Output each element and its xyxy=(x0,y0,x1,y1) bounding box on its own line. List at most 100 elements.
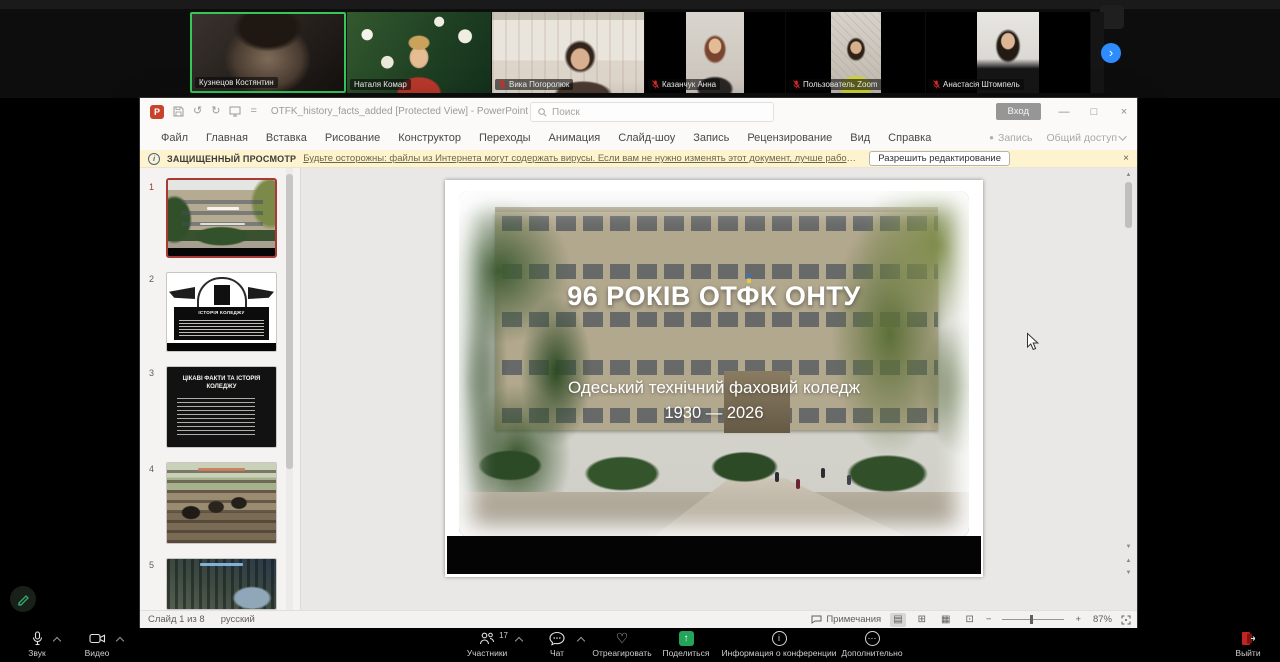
tab-transitions[interactable]: Переходы xyxy=(470,132,540,144)
participants-icon xyxy=(479,631,495,646)
normal-view-icon[interactable]: ▤ xyxy=(890,613,905,627)
language-indicator[interactable]: русский xyxy=(221,614,255,625)
participant-tile[interactable]: Пользователь Zoom xyxy=(786,12,925,93)
participant-tile[interactable]: Кузнецов Костянтин xyxy=(190,12,346,93)
thumbnail-slide-1[interactable] xyxy=(166,178,277,258)
thumbnail-title: ІСТОРІЯ КОЛЕДЖУ xyxy=(174,310,270,315)
slide-scrollbar[interactable]: ▲ ▼ ▲ ▼ xyxy=(1123,170,1134,608)
next-slide-icon[interactable]: ▼ xyxy=(1123,568,1134,578)
tab-animations[interactable]: Анимация xyxy=(540,132,610,144)
thumbnail-black-strip xyxy=(168,248,275,256)
next-participants-button[interactable]: › xyxy=(1101,43,1121,63)
reading-view-icon[interactable]: ▦ xyxy=(938,613,953,627)
redo-icon[interactable]: ↻ xyxy=(211,106,220,117)
photo-vignette xyxy=(459,191,969,537)
more-button[interactable]: ⋯ Дополнительно xyxy=(812,631,932,658)
emblem-wing-right xyxy=(248,287,274,299)
muted-mic-icon xyxy=(499,80,506,89)
scrollbar-thumb[interactable] xyxy=(1125,182,1132,228)
record-button[interactable]: ● Запись xyxy=(989,132,1032,144)
slide-photo: 96 РОКІВ ОТФК ОНТУ Одеський технічний фа… xyxy=(459,191,969,537)
thumbnail-scrollbar[interactable] xyxy=(286,168,293,610)
titlebar-right: Вход — □ × xyxy=(996,98,1132,125)
zoom-slider[interactable] xyxy=(1002,619,1064,620)
search-icon xyxy=(538,108,547,117)
signin-button[interactable]: Вход xyxy=(996,103,1042,120)
chevron-up-icon[interactable] xyxy=(515,637,523,645)
participant-name: Кузнецов Костянтин xyxy=(199,78,274,87)
scroll-down-icon[interactable]: ▼ xyxy=(1123,542,1134,552)
status-right: Примечания ▤ ⊞ ▦ ⊡ − + 87% xyxy=(811,613,1131,627)
notes-button[interactable]: Примечания xyxy=(811,614,881,625)
slide-black-bar xyxy=(447,536,981,574)
undo-icon[interactable]: ↺ xyxy=(193,106,202,117)
search-box[interactable]: Поиск xyxy=(530,102,774,122)
participant-name-badge: Вика Погоролюк xyxy=(495,79,573,90)
zoom-in-icon[interactable]: + xyxy=(1075,614,1081,625)
participants-button[interactable]: 17 Участники xyxy=(444,631,530,658)
tab-view[interactable]: Вид xyxy=(841,132,879,144)
audio-button[interactable]: Звук xyxy=(8,631,66,658)
slide-sorter-icon[interactable]: ⊞ xyxy=(915,613,929,627)
customize-qat-icon[interactable]: = xyxy=(250,106,256,117)
fit-to-window-icon[interactable] xyxy=(1121,615,1131,625)
tab-help[interactable]: Справка xyxy=(879,132,940,144)
thumbnail-title-line xyxy=(207,207,239,210)
participant-tile[interactable]: Наталя Комар xyxy=(347,12,491,93)
thumbnail-slide-2[interactable]: ІСТОРІЯ КОЛЕДЖУ xyxy=(166,272,277,352)
chevron-up-icon[interactable] xyxy=(53,637,61,645)
participant-name: Казанчук Анна xyxy=(662,80,716,89)
previous-slide-icon[interactable]: ▲ xyxy=(1123,556,1134,566)
thumbnail-photo xyxy=(167,463,276,543)
minimize-button[interactable]: — xyxy=(1057,106,1071,118)
scroll-up-icon[interactable]: ▲ xyxy=(1123,170,1134,180)
ppt-work-area: 1 2 3 4 5 xyxy=(140,168,1137,610)
thumbnail-number: 1 xyxy=(149,182,154,192)
chevron-right-icon: › xyxy=(1109,45,1113,60)
tab-review[interactable]: Рецензирование xyxy=(738,132,841,144)
window-title: OTFK_history_facts_added [Protected View… xyxy=(271,106,528,117)
thumbnail-slide-3[interactable]: ЦІКАВІ ФАКТИ ТА ІСТОРІЯ КОЛЕДЖУ xyxy=(166,366,277,448)
annotation-pencil-button[interactable] xyxy=(10,586,36,612)
thumbnail-slide-5[interactable] xyxy=(166,558,277,610)
tab-record[interactable]: Запись xyxy=(684,132,738,144)
powerpoint-window: P ↺ ↻ = OTFK_history_facts_added [Protec… xyxy=(140,98,1137,628)
participant-name: Наталя Комар xyxy=(354,80,407,89)
emblem-wing-left xyxy=(169,287,195,299)
muted-mic-icon xyxy=(652,80,659,89)
close-warning-icon[interactable]: × xyxy=(1123,153,1129,164)
tab-draw[interactable]: Рисование xyxy=(316,132,389,144)
zoom-out-icon[interactable]: − xyxy=(986,614,992,625)
thumbnail-subtitle-line xyxy=(200,223,245,225)
tab-design[interactable]: Конструктор xyxy=(389,132,470,144)
participant-tile[interactable]: Анастасія Штомпель xyxy=(926,12,1090,93)
slide-thumbnail-panel: 1 2 3 4 5 xyxy=(140,168,301,610)
enable-editing-button[interactable]: Разрешить редактирование xyxy=(869,151,1010,166)
chevron-up-icon[interactable] xyxy=(116,637,124,645)
tab-home[interactable]: Главная xyxy=(197,132,257,144)
save-icon[interactable] xyxy=(173,106,184,117)
maximize-button[interactable]: □ xyxy=(1087,106,1101,118)
tab-file[interactable]: Файл xyxy=(152,132,197,144)
leave-meeting-button[interactable]: Выйти xyxy=(1218,631,1278,658)
tab-insert[interactable]: Вставка xyxy=(257,132,316,144)
fake-text-lines xyxy=(179,318,263,336)
share-button[interactable]: Общий доступ xyxy=(1046,132,1127,144)
participant-tile[interactable]: Казанчук Анна xyxy=(645,12,785,93)
participant-tile[interactable]: Вика Погоролюк xyxy=(492,12,644,93)
thumbnail-slide-4[interactable] xyxy=(166,462,277,544)
slideshow-view-icon[interactable]: ⊡ xyxy=(962,613,976,627)
ribbon-tabs: Файл Главная Вставка Рисование Конструкт… xyxy=(140,125,1137,150)
tab-slideshow[interactable]: Слайд-шоу xyxy=(609,132,684,144)
video-button[interactable]: Видео xyxy=(68,631,126,658)
ppt-status-bar: Слайд 1 из 8 русский Примечания ▤ ⊞ ▦ ⊡ … xyxy=(140,610,1137,628)
close-button[interactable]: × xyxy=(1117,106,1131,118)
zoom-slider-thumb[interactable] xyxy=(1030,615,1033,624)
present-icon[interactable] xyxy=(229,106,241,117)
slide-canvas[interactable]: 96 РОКІВ ОТФК ОНТУ Одеський технічний фа… xyxy=(445,180,983,577)
zoom-percent[interactable]: 87% xyxy=(1090,614,1112,625)
thumbnail-black-strip xyxy=(167,343,276,351)
protected-view-bar: i ЗАЩИЩЕННЫЙ ПРОСМОТР Будьте осторожны: … xyxy=(140,150,1137,168)
scrollbar-thumb[interactable] xyxy=(286,174,293,469)
muted-mic-icon xyxy=(793,80,800,89)
